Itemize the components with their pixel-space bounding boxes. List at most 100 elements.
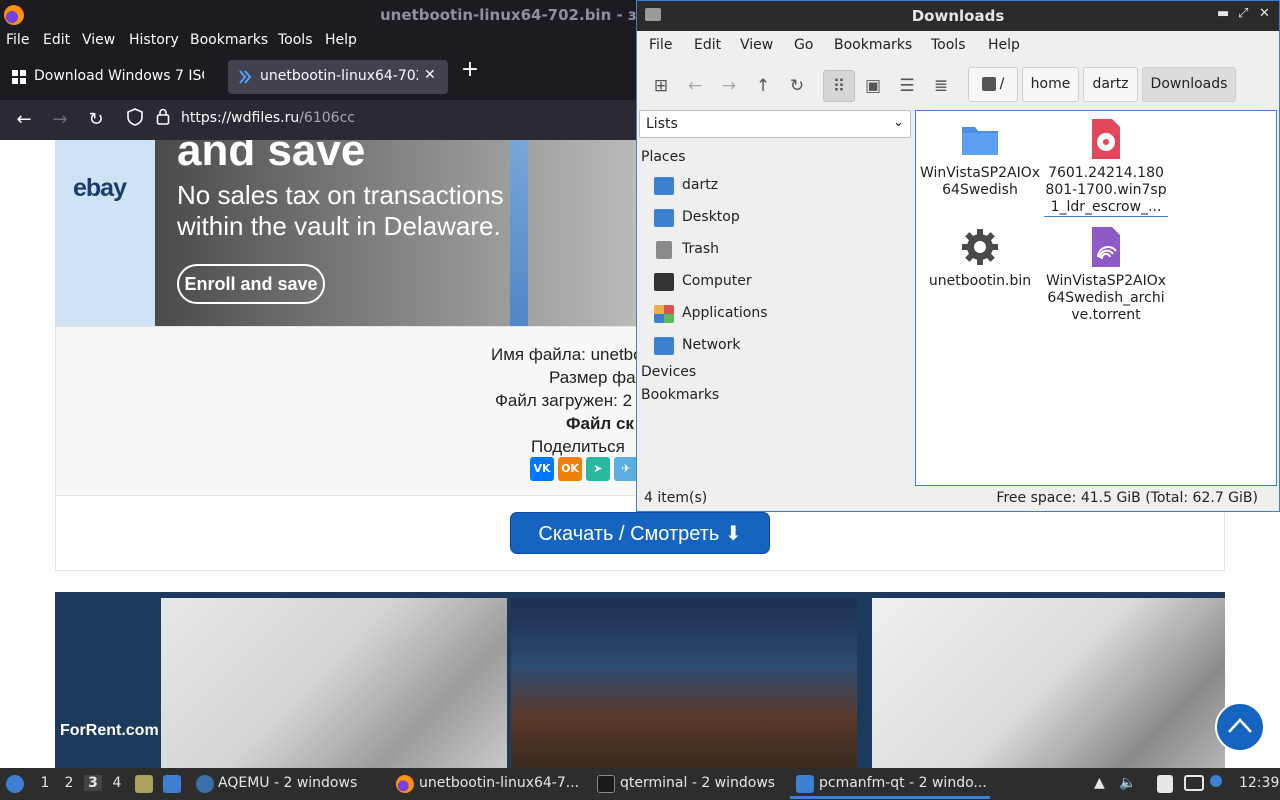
- sidebar-item-desktop[interactable]: Desktop: [652, 204, 912, 232]
- reload-icon[interactable]: ↻: [781, 70, 813, 102]
- file-status-line: Файл ск: [566, 414, 634, 433]
- task-firefox[interactable]: unetbootin-linux64-7...: [419, 775, 579, 791]
- file-item-folder[interactable]: WinVistaSP2AIOx64Swedish: [918, 119, 1042, 209]
- fm-menubar: File Edit View Go Bookmarks Tools Help: [637, 31, 1279, 61]
- desktop-launcher-icon[interactable]: [163, 775, 181, 793]
- network-tray-icon[interactable]: [1184, 775, 1204, 791]
- menu-view[interactable]: View: [82, 32, 115, 48]
- chevron-up-icon: [1228, 718, 1252, 733]
- fm-menu-help[interactable]: Help: [988, 37, 1020, 53]
- tab-close-icon[interactable]: ✕: [424, 67, 436, 83]
- folder-icon: [960, 119, 1000, 159]
- bookmarks-header[interactable]: Bookmarks: [641, 387, 719, 403]
- task-qterminal[interactable]: qterminal - 2 windows: [620, 775, 775, 791]
- shield-icon[interactable]: [123, 108, 147, 132]
- maximize-icon[interactable]: ⤢: [1238, 6, 1248, 21]
- volume-icon[interactable]: 🔈: [1119, 775, 1136, 791]
- url-bar[interactable]: https://wdfiles.ru/6106cc: [181, 110, 355, 126]
- file-item-bin[interactable]: unetbootin.bin: [918, 227, 1042, 307]
- side-pane-mode-select[interactable]: Lists ⌄: [639, 110, 911, 138]
- url-host: https://wdfiles.ru: [181, 110, 300, 126]
- sidebar-item-network[interactable]: Network: [652, 332, 912, 360]
- windows-tab-icon: [11, 69, 27, 85]
- back-icon[interactable]: ←: [679, 70, 711, 102]
- file-name: WinVistaSP2AIOx64Swedish: [919, 165, 1041, 198]
- file-item-torrent[interactable]: WinVistaSP2AIOx64Swedish_archive.torrent: [1044, 227, 1168, 327]
- menu-edit[interactable]: Edit: [43, 32, 70, 48]
- thumbnail-view-icon[interactable]: ▣: [857, 70, 889, 102]
- share-send-button[interactable]: ➤: [586, 457, 610, 481]
- disc-image-icon: [1086, 119, 1126, 159]
- file-name: WinVistaSP2AIOx64Swedish_archive.torrent: [1045, 273, 1167, 323]
- file-size-line: Размер фа: [549, 368, 636, 387]
- forrent-ad-banner[interactable]: ForRent.com: [55, 592, 1225, 768]
- gear-icon: [960, 227, 1000, 267]
- firefox-logo-icon: [4, 5, 24, 25]
- menu-history[interactable]: History: [129, 32, 179, 48]
- sidebar-item-applications[interactable]: Applications: [652, 300, 912, 328]
- fm-menu-file[interactable]: File: [649, 37, 672, 53]
- task-pcmanfm[interactable]: pcmanfm-qt - 2 windo...: [819, 775, 987, 791]
- detailed-view-icon[interactable]: ≣: [925, 70, 957, 102]
- tray-up-arrow-icon[interactable]: ▲: [1094, 775, 1105, 791]
- sidebar-item-computer[interactable]: Computer: [652, 268, 912, 296]
- download-button[interactable]: Скачать / Смотреть ⬇: [510, 512, 770, 554]
- ad-lobby-photo: [872, 598, 1225, 768]
- task-aqemu[interactable]: AQEMU - 2 windows: [218, 775, 357, 791]
- compact-view-icon[interactable]: ☰: [891, 70, 923, 102]
- reload-icon[interactable]: ↻: [84, 108, 108, 132]
- new-tab-icon[interactable]: +: [458, 58, 482, 82]
- sidebar-item-dartz[interactable]: dartz: [652, 172, 912, 200]
- ad-headline: and save: [177, 140, 366, 175]
- workspace-4[interactable]: 4: [108, 775, 126, 791]
- scroll-to-top-button[interactable]: [1215, 702, 1265, 752]
- devices-header[interactable]: Devices: [641, 364, 696, 380]
- icon-view-icon[interactable]: ⠿: [823, 70, 855, 102]
- menu-bookmarks[interactable]: Bookmarks: [190, 32, 268, 48]
- new-tab-icon[interactable]: ⊞: [645, 70, 677, 102]
- fm-titlebar: Downloads ▬ ⤢ ✕: [637, 1, 1279, 31]
- file-item-iso[interactable]: 7601.24214.180801-1700.win7sp1_ldr_escro…: [1044, 119, 1168, 219]
- breadcrumb-downloads[interactable]: Downloads: [1142, 67, 1236, 102]
- tab-unetbootin[interactable]: unetbootin-linux64-702.b ✕: [228, 60, 448, 94]
- up-icon[interactable]: ↑: [747, 70, 779, 102]
- fm-menu-tools[interactable]: Tools: [931, 37, 966, 53]
- clipboard-icon[interactable]: [1157, 775, 1173, 793]
- start-menu-icon[interactable]: [6, 775, 24, 793]
- ad-building-photo: [511, 598, 857, 768]
- breadcrumb-home[interactable]: home: [1022, 67, 1079, 102]
- menu-help[interactable]: Help: [325, 32, 357, 48]
- sidebar-item-trash[interactable]: Trash: [652, 236, 912, 264]
- clock[interactable]: 12:39: [1239, 775, 1279, 791]
- side-pane-mode-value: Lists: [646, 116, 678, 132]
- forward-icon[interactable]: →: [48, 108, 72, 132]
- share-ok-button[interactable]: OK: [558, 457, 582, 481]
- fm-menu-view[interactable]: View: [740, 37, 773, 53]
- tab-download-windows[interactable]: Download Windows 7 ISO: [2, 60, 224, 94]
- computer-icon: [654, 273, 674, 291]
- file-view[interactable]: WinVistaSP2AIOx64Swedish 7601.24214.1808…: [915, 110, 1277, 486]
- breadcrumb-root[interactable]: /: [968, 67, 1018, 102]
- ebay-ad-banner[interactable]: ebay and save No sales tax on transactio…: [55, 140, 645, 326]
- forward-icon[interactable]: →: [713, 70, 745, 102]
- menu-file[interactable]: File: [6, 32, 29, 48]
- share-telegram-button[interactable]: ✈: [614, 457, 638, 481]
- free-space: Free space: 41.5 GiB (Total: 62.7 GiB): [996, 490, 1258, 506]
- lock-icon[interactable]: [151, 108, 175, 132]
- ad-enroll-button[interactable]: Enroll and save: [177, 264, 325, 304]
- fm-menu-go[interactable]: Go: [794, 37, 813, 53]
- close-icon[interactable]: ✕: [1259, 6, 1270, 21]
- menu-tools[interactable]: Tools: [278, 32, 313, 48]
- workspace-2[interactable]: 2: [60, 775, 78, 791]
- update-notifier-icon[interactable]: [1210, 775, 1222, 787]
- fm-menu-edit[interactable]: Edit: [694, 37, 721, 53]
- workspace-3[interactable]: 3: [84, 775, 102, 791]
- minimize-icon[interactable]: ▬: [1217, 6, 1229, 21]
- fm-menu-bookmarks[interactable]: Bookmarks: [834, 37, 912, 53]
- back-icon[interactable]: ←: [12, 108, 36, 132]
- workspace-1[interactable]: 1: [36, 775, 54, 791]
- share-vk-button[interactable]: VK: [530, 457, 554, 481]
- file-manager-launcher-icon[interactable]: [135, 775, 153, 793]
- breadcrumb-dartz[interactable]: dartz: [1083, 67, 1138, 102]
- file-name-line: Имя файла: unetbo: [491, 345, 643, 364]
